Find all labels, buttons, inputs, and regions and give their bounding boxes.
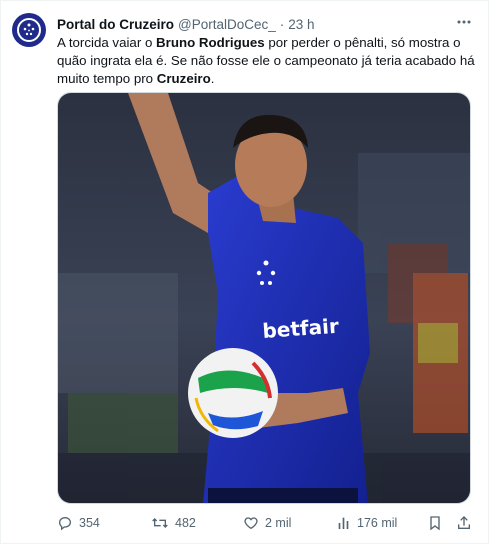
tweet-photo[interactable]: betfair: [57, 92, 471, 504]
separator: ·: [279, 16, 285, 32]
like-icon: [244, 517, 258, 530]
tweet-text: A torcida vaiar o Bruno Rodrigues por pe…: [57, 34, 477, 88]
like-button[interactable]: 2 mil: [243, 512, 291, 534]
repost-count: 482: [175, 516, 196, 530]
timestamp[interactable]: 23 h: [288, 17, 314, 32]
tweet-header: Portal do Cruzeiro @PortalDoCec_ · 23 h: [57, 14, 457, 34]
reply-icon: [58, 516, 72, 531]
author-name[interactable]: Portal do Cruzeiro: [57, 17, 174, 32]
avatar[interactable]: [12, 13, 46, 47]
repost-icon: [152, 518, 168, 528]
more-icon[interactable]: [453, 11, 475, 33]
views-count: 176 mil: [357, 516, 398, 530]
like-count: 2 mil: [265, 516, 292, 530]
cruzeiro-crest-icon: [17, 18, 41, 42]
reply-button[interactable]: 354: [57, 512, 100, 534]
football-icon: [188, 348, 278, 438]
share-button[interactable]: [456, 512, 478, 534]
views-button[interactable]: 176 mil: [337, 512, 397, 534]
reply-count: 354: [79, 516, 100, 530]
mention-bruno-rodrigues: Bruno Rodrigues: [156, 35, 265, 50]
tweet-card[interactable]: Portal do Cruzeiro @PortalDoCec_ · 23 h …: [0, 0, 489, 544]
tweet-text-part: .: [210, 71, 215, 86]
views-icon: [338, 517, 349, 529]
mention-cruzeiro: Cruzeiro: [156, 71, 211, 86]
action-bar: 354 482 2 mil 176 mil: [57, 512, 477, 534]
share-icon: [458, 516, 470, 529]
author-handle[interactable]: @PortalDoCec_: [178, 17, 276, 32]
bookmark-button[interactable]: [428, 512, 448, 534]
repost-button[interactable]: 482: [151, 512, 196, 534]
bookmark-icon: [430, 516, 440, 531]
tweet-text-part: A torcida vaiar o: [57, 35, 157, 50]
